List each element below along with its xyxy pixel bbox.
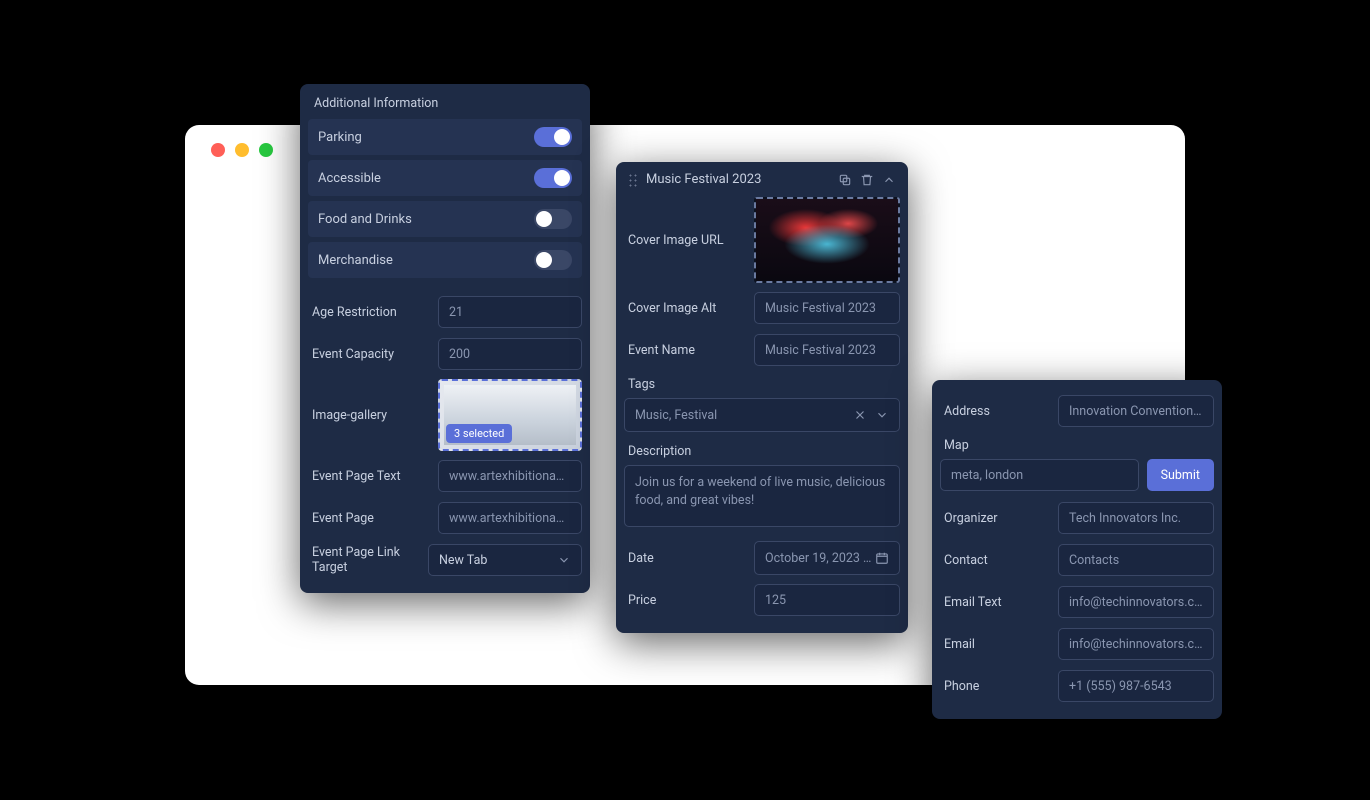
phone-label: Phone — [940, 679, 1048, 694]
event-page-input[interactable] — [438, 502, 582, 534]
age-restriction-label: Age Restriction — [308, 305, 428, 320]
description-label: Description — [624, 444, 900, 465]
email-input[interactable] — [1058, 628, 1214, 660]
email-label: Email — [940, 637, 1048, 652]
event-page-text-label: Event Page Text — [308, 469, 428, 484]
food-toggle-row[interactable]: Food and Drinks — [308, 201, 582, 237]
cover-image-alt-label: Cover Image Alt — [624, 301, 744, 316]
address-label: Address — [940, 404, 1048, 419]
event-panel-title: Music Festival 2023 — [646, 172, 830, 187]
contact-input[interactable] — [1058, 544, 1214, 576]
map-input[interactable] — [940, 459, 1139, 491]
calendar-icon — [875, 551, 889, 565]
parking-toggle-row[interactable]: Parking — [308, 119, 582, 155]
toggle-label: Accessible — [318, 171, 381, 186]
cover-image-alt-input[interactable] — [754, 292, 900, 324]
gallery-label: Image-gallery — [308, 408, 428, 423]
window-controls — [211, 143, 273, 157]
price-label: Price — [624, 593, 744, 608]
window-close[interactable] — [211, 143, 225, 157]
clear-icon[interactable] — [853, 408, 867, 422]
merchandise-toggle-row[interactable]: Merchandise — [308, 242, 582, 278]
link-target-label: Event Page Link Target — [308, 545, 418, 575]
parking-toggle[interactable] — [534, 127, 572, 147]
tags-input[interactable]: Music, Festival — [624, 398, 900, 432]
cover-image-url-label: Cover Image URL — [624, 233, 744, 248]
link-target-select[interactable]: New Tab — [428, 544, 582, 576]
toggle-label: Merchandise — [318, 253, 393, 268]
event-page-text-input[interactable] — [438, 460, 582, 492]
event-name-label: Event Name — [624, 343, 744, 358]
gallery-selected-badge: 3 selected — [446, 424, 512, 443]
accessible-toggle[interactable] — [534, 168, 572, 188]
address-input[interactable] — [1058, 395, 1214, 427]
email-text-label: Email Text — [940, 595, 1048, 610]
contact-info-panel: Address Map Submit Organizer Contact Ema… — [932, 380, 1222, 719]
food-toggle[interactable] — [534, 209, 572, 229]
toggle-label: Parking — [318, 130, 362, 145]
organizer-input[interactable] — [1058, 502, 1214, 534]
event-details-panel: Music Festival 2023 Cover Image URL Cove… — [616, 162, 908, 633]
price-input[interactable] — [754, 584, 900, 616]
toggle-label: Food and Drinks — [318, 212, 412, 227]
map-submit-button[interactable]: Submit — [1147, 459, 1214, 491]
cover-image-picker[interactable] — [754, 197, 900, 283]
event-name-input[interactable] — [754, 334, 900, 366]
image-gallery-thumbnail[interactable]: 3 selected — [438, 379, 582, 451]
email-text-input[interactable] — [1058, 586, 1214, 618]
event-page-label: Event Page — [308, 511, 428, 526]
additional-info-panel: Additional Information Parking Accessibl… — [300, 84, 590, 593]
drag-handle-icon[interactable] — [628, 173, 638, 187]
chevron-down-icon[interactable] — [875, 408, 889, 422]
collapse-icon[interactable] — [882, 173, 896, 187]
phone-input[interactable] — [1058, 670, 1214, 702]
map-label: Map — [940, 438, 1214, 459]
tags-label: Tags — [624, 377, 900, 398]
panel-title: Additional Information — [308, 94, 582, 119]
date-input[interactable]: October 19, 2023 12 — [754, 541, 900, 575]
description-input[interactable] — [624, 465, 900, 527]
window-minimize[interactable] — [235, 143, 249, 157]
merchandise-toggle[interactable] — [534, 250, 572, 270]
chevron-down-icon — [557, 553, 571, 567]
duplicate-icon[interactable] — [838, 173, 852, 187]
capacity-input[interactable] — [438, 338, 582, 370]
accessible-toggle-row[interactable]: Accessible — [308, 160, 582, 196]
organizer-label: Organizer — [940, 511, 1048, 526]
window-maximize[interactable] — [259, 143, 273, 157]
age-restriction-input[interactable] — [438, 296, 582, 328]
delete-icon[interactable] — [860, 173, 874, 187]
contact-label: Contact — [940, 553, 1048, 568]
date-label: Date — [624, 551, 744, 566]
capacity-label: Event Capacity — [308, 347, 428, 362]
